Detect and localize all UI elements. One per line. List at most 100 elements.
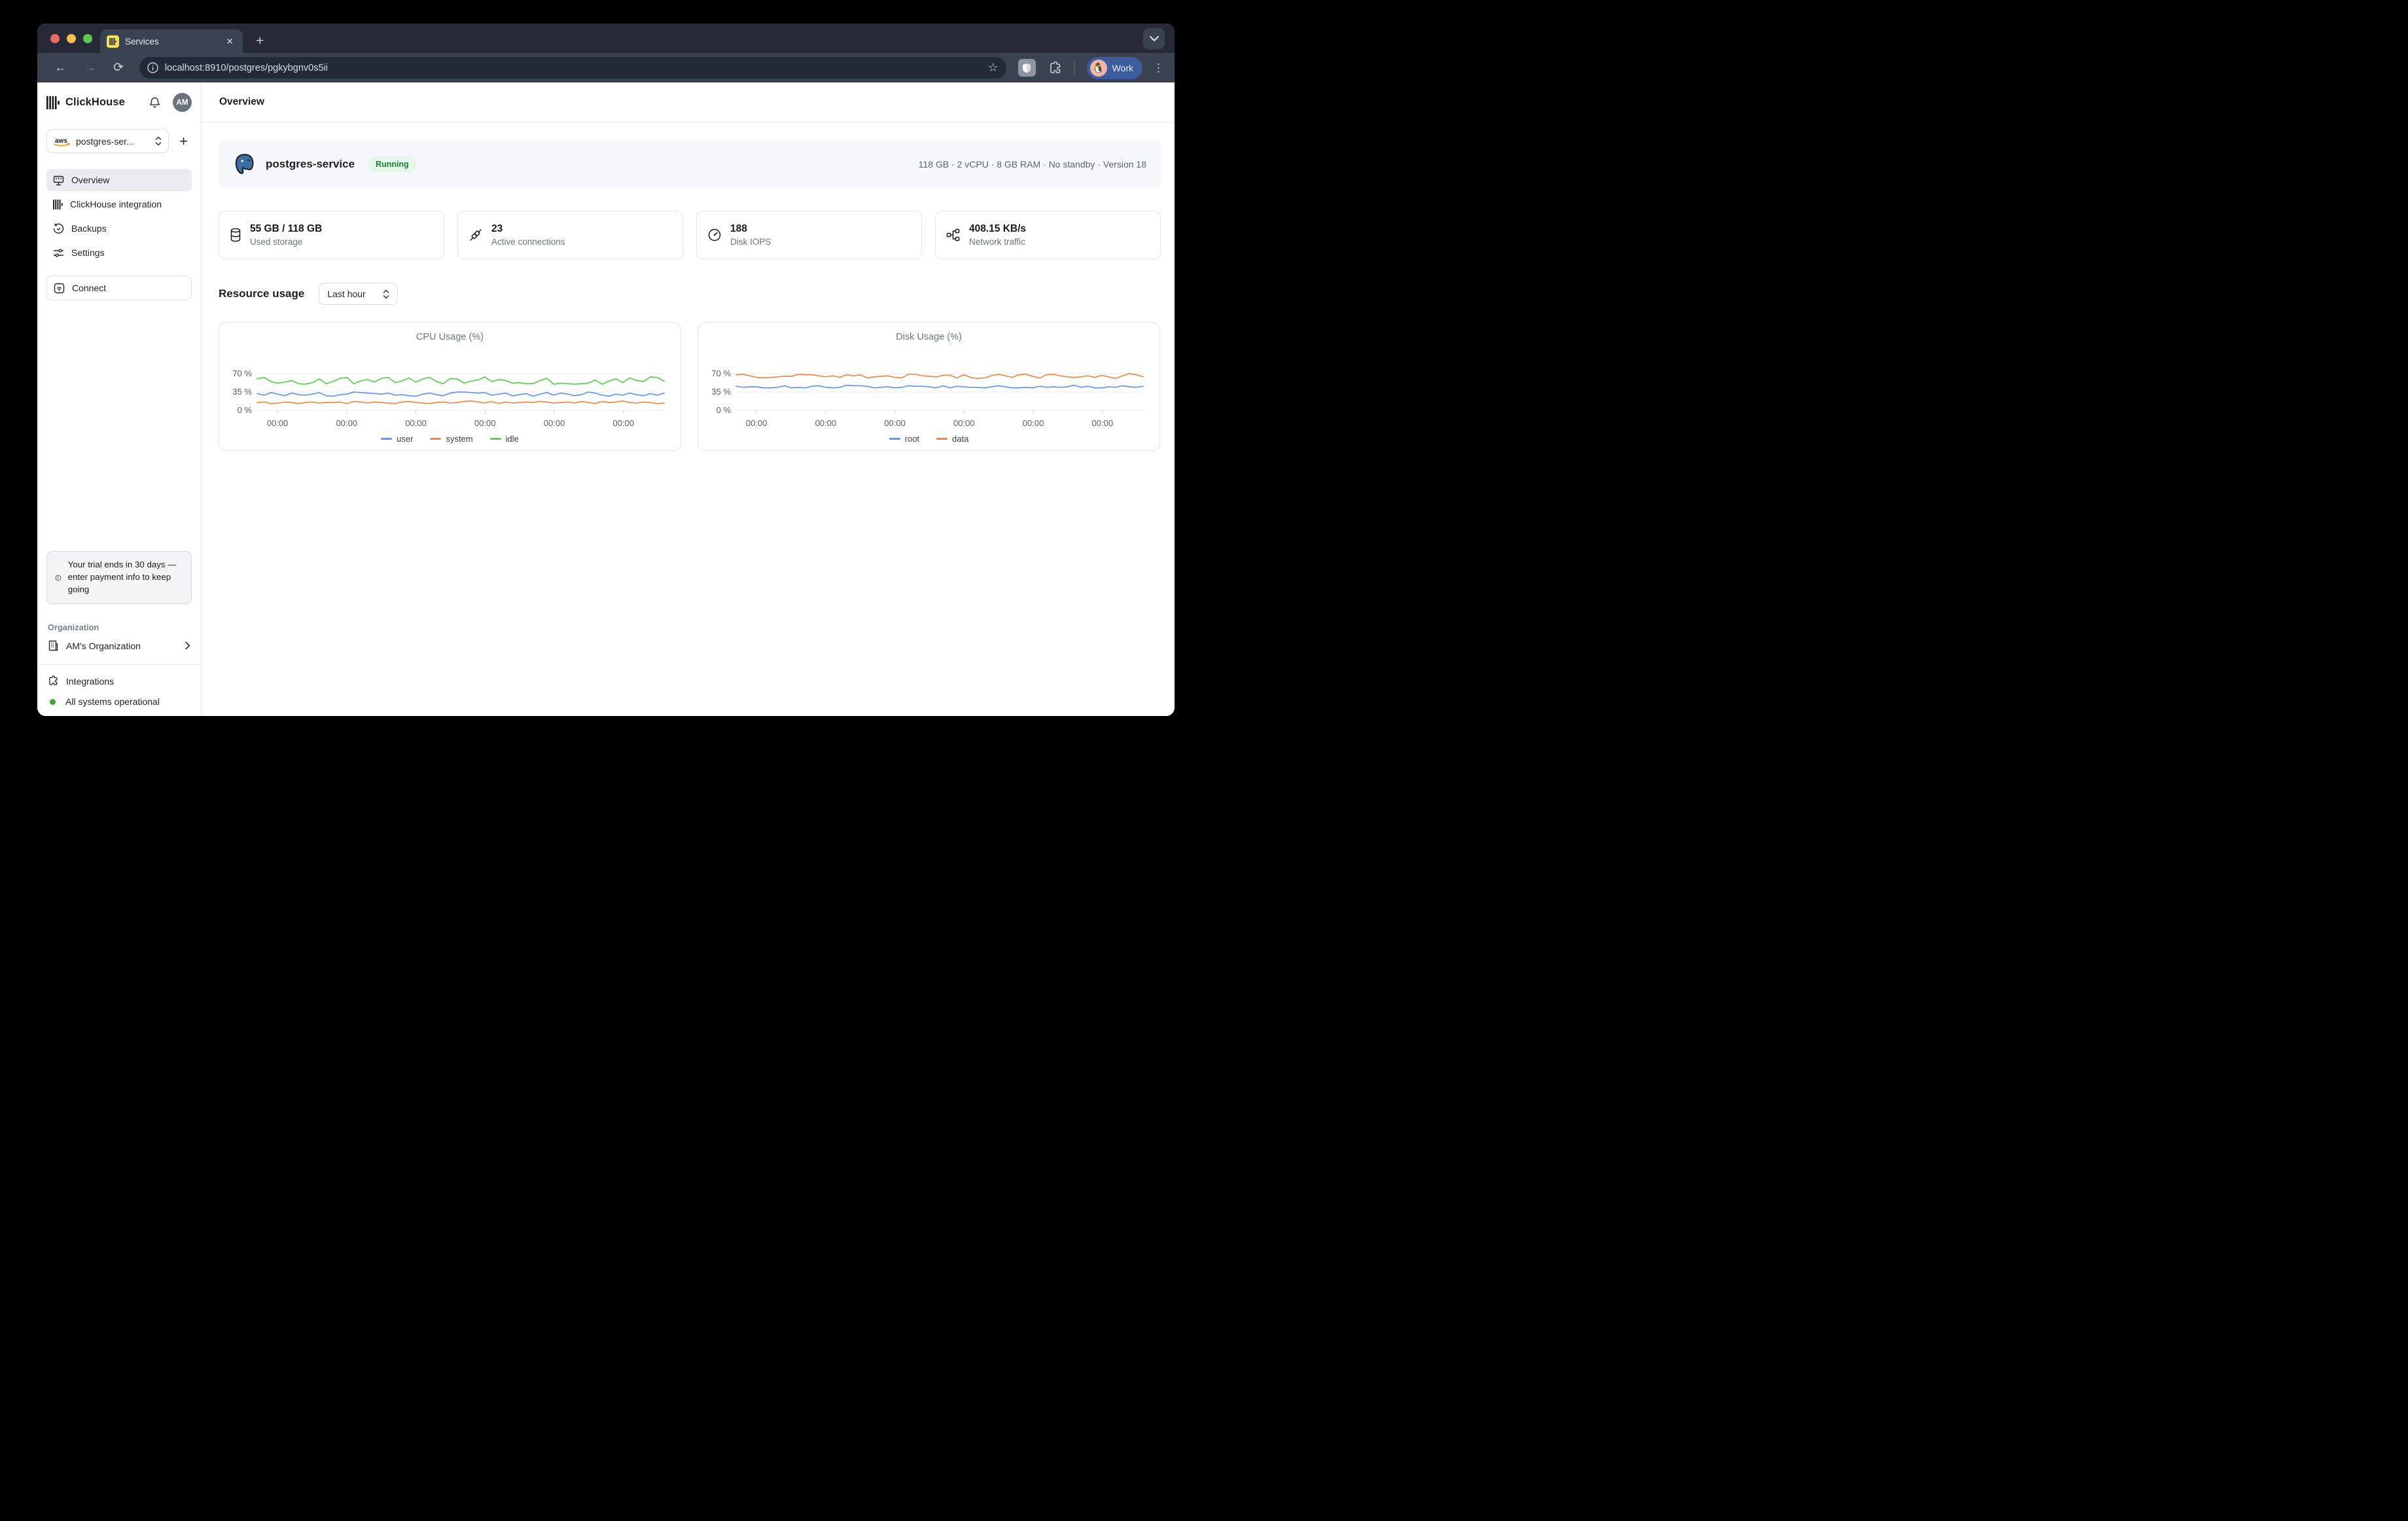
browser-tab-bar: Services ✕ + [37, 24, 1175, 53]
browser-toolbar: ← → ⟳ localhost:8910/postgres/pgkybgnv0s… [37, 53, 1175, 82]
sidebar-item-clickhouse-integration[interactable]: ClickHouse integration [46, 193, 192, 215]
svg-text:00:00: 00:00 [815, 418, 837, 428]
sidebar-item-settings[interactable]: Settings [46, 242, 192, 264]
clickhouse-bars-icon [53, 200, 63, 209]
svg-text:aws: aws [55, 137, 67, 145]
sidebar-item-label: Backups [71, 223, 107, 234]
toolbar-divider [1074, 61, 1075, 75]
aws-logo-icon: aws [54, 136, 71, 147]
back-button[interactable]: ← [48, 60, 73, 77]
sidebar-nav: Overview ClickHouse integration Backups … [46, 169, 192, 264]
chevron-updown-icon [155, 136, 162, 146]
reload-button[interactable]: ⟳ [107, 59, 130, 77]
chart-title: CPU Usage (%) [224, 332, 675, 342]
svg-text:00:00: 00:00 [544, 418, 565, 428]
overview-icon [53, 175, 64, 186]
service-selector[interactable]: aws postgres-ser... [46, 129, 169, 153]
add-service-button[interactable]: + [175, 133, 192, 150]
stat-label: Active connections [491, 237, 565, 247]
browser-profile-button[interactable]: 🐧 Work [1087, 57, 1142, 79]
app-content: ClickHouse AM aws postgres-ser... + Over… [37, 82, 1175, 716]
tab-title: Services [125, 37, 217, 46]
svg-text:00:00: 00:00 [1092, 418, 1114, 428]
stat-label: Disk IOPS [730, 237, 771, 247]
svg-text:00:00: 00:00 [953, 418, 975, 428]
site-info-icon[interactable] [147, 62, 158, 73]
forward-button[interactable]: → [77, 60, 103, 77]
time-range-value: Last hour [327, 289, 365, 299]
clickhouse-logo-icon [46, 96, 60, 109]
legend-item: idle [490, 434, 519, 444]
stat-value: 55 GB / 118 GB [250, 223, 322, 235]
time-range-select[interactable]: Last hour [319, 283, 397, 305]
chart-title: Disk Usage (%) [703, 332, 1154, 342]
disk-usage-chart: 70 %35 %0 %00:0000:0000:0000:0000:0000:0… [703, 345, 1155, 433]
main-body: postgres-service Running 118 GB · 2 vCPU… [202, 122, 1175, 451]
browser-menu-icon[interactable]: ⋮ [1153, 62, 1164, 75]
svg-text:70 %: 70 % [232, 368, 252, 378]
settings-sliders-icon [53, 247, 64, 259]
browser-tab-services[interactable]: Services ✕ [100, 29, 243, 53]
chart-legend: rootdata [703, 434, 1154, 444]
svg-text:00:00: 00:00 [405, 418, 427, 428]
service-selector-row: aws postgres-ser... + [46, 129, 192, 153]
sidebar-item-label: Overview [71, 175, 109, 185]
profile-name: Work [1112, 63, 1133, 73]
organization-section-label: Organization [48, 622, 190, 632]
service-name: postgres-service [266, 158, 355, 171]
chart-legend: usersystemidle [224, 434, 675, 444]
connect-label: Connect [72, 283, 106, 293]
plug-connection-icon [469, 228, 483, 242]
address-bar[interactable]: localhost:8910/postgres/pgkybgnv0s5ii ☆ [139, 57, 1006, 79]
service-specs: 118 GB · 2 vCPU · 8 GB RAM · No standby … [919, 159, 1146, 170]
stat-card-used-storage: 55 GB / 118 GB Used storage [219, 211, 444, 259]
profile-avatar: 🐧 [1090, 60, 1107, 77]
stat-value: 408.15 KB/s [969, 223, 1026, 235]
window-controls[interactable] [50, 34, 92, 43]
status-badge: Running [368, 156, 417, 172]
trial-clock-icon [55, 571, 62, 584]
sidebar-item-overview[interactable]: Overview [46, 169, 192, 191]
chevron-right-icon [185, 641, 190, 650]
close-window-button[interactable] [50, 34, 60, 43]
sidebar: ClickHouse AM aws postgres-ser... + Over… [37, 82, 202, 716]
notifications-bell-icon[interactable] [149, 97, 160, 109]
svg-text:00:00: 00:00 [746, 418, 768, 428]
svg-text:00:00: 00:00 [613, 418, 635, 428]
stats-row: 55 GB / 118 GB Used storage 23 Active co… [219, 211, 1161, 259]
extensions-icon[interactable] [1049, 62, 1062, 75]
gauge-icon [707, 228, 722, 242]
integrations-row[interactable]: Integrations [48, 675, 190, 687]
network-icon [946, 228, 961, 242]
tab-search-button[interactable] [1143, 27, 1165, 49]
legend-item: root [889, 434, 919, 444]
sidebar-item-label: Settings [71, 247, 105, 258]
chevron-updown-icon [383, 289, 389, 299]
svg-text:0 %: 0 % [717, 405, 732, 415]
browser-window: Services ✕ + ← → ⟳ localhost:8910/postgr… [37, 24, 1175, 716]
system-status-row[interactable]: All systems operational [48, 696, 190, 707]
disk-usage-chart-panel: Disk Usage (%) 70 %35 %0 %00:0000:0000:0… [698, 322, 1160, 451]
organization-row[interactable]: AM's Organization [46, 640, 192, 651]
database-icon [230, 228, 241, 242]
adblock-extension-icon[interactable] [1018, 59, 1036, 77]
new-tab-button[interactable]: + [252, 33, 268, 53]
resource-usage-title: Resource usage [219, 287, 304, 300]
maximize-window-button[interactable] [83, 34, 92, 43]
minimize-window-button[interactable] [67, 34, 76, 43]
postgresql-logo-icon [233, 152, 257, 176]
service-header-band: postgres-service Running 118 GB · 2 vCPU… [219, 139, 1161, 188]
legend-item: user [381, 434, 413, 444]
connect-button[interactable]: Connect [46, 276, 192, 300]
integrations-label: Integrations [66, 676, 114, 687]
user-avatar[interactable]: AM [173, 93, 192, 112]
page-title: Overview [219, 96, 264, 108]
resource-usage-header: Resource usage Last hour [219, 283, 1161, 305]
sidebar-item-backups[interactable]: Backups [46, 217, 192, 240]
bookmark-star-icon[interactable]: ☆ [987, 61, 998, 75]
stat-value: 188 [730, 223, 771, 235]
tab-close-icon[interactable]: ✕ [223, 35, 236, 48]
url-text[interactable]: localhost:8910/postgres/pgkybgnv0s5ii [165, 63, 982, 73]
svg-text:00:00: 00:00 [1023, 418, 1044, 428]
organization-building-icon [48, 640, 59, 651]
